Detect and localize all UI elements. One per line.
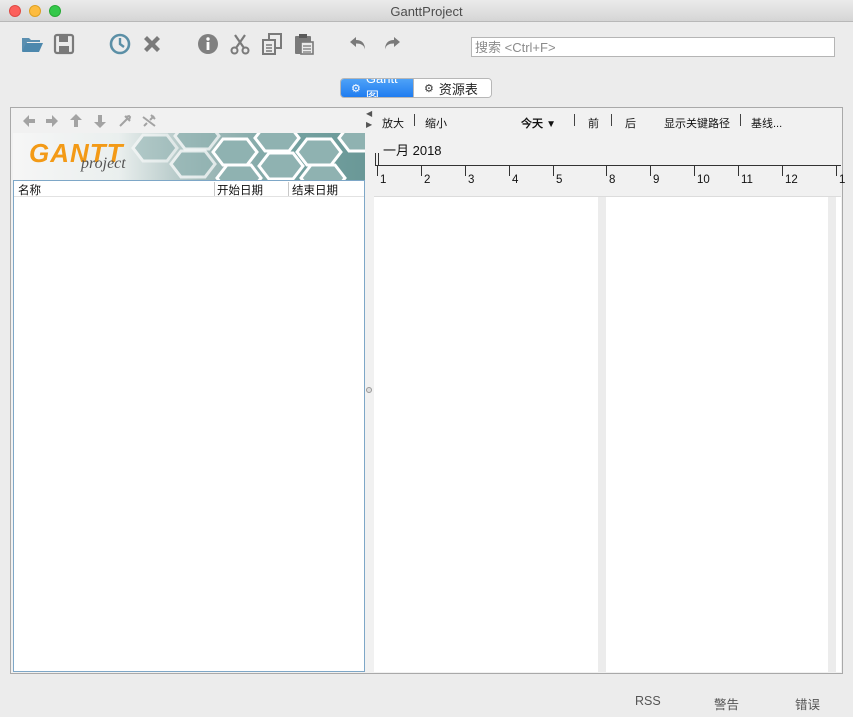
timeline-day-label: 4: [512, 174, 519, 186]
logo-project-text: project: [81, 155, 126, 172]
toolbar-separator: [611, 114, 612, 126]
zoom-out-button[interactable]: 缩小: [425, 115, 447, 131]
timeline-day-tick: [782, 166, 783, 176]
timeline-day-tick: [738, 166, 739, 176]
timeline-baseline: [375, 165, 841, 166]
arrow-down-icon[interactable]: [91, 112, 109, 130]
weekend-column: [598, 197, 606, 672]
task-table[interactable]: [13, 180, 365, 672]
splitter-handle[interactable]: [366, 387, 372, 393]
timeline-tick: [378, 153, 379, 165]
unlink-icon[interactable]: [140, 112, 158, 130]
timeline-day-label: 1: [839, 174, 846, 186]
timeline-month-label: 一月 2018: [383, 143, 442, 158]
timeline-day-tick: [694, 166, 695, 176]
timeline-day-label: 3: [468, 174, 475, 186]
toolbar-separator: [740, 114, 741, 126]
link-icon[interactable]: [116, 112, 134, 130]
timeline-day-tick: [553, 166, 554, 176]
timeline-tick: [375, 153, 376, 165]
chevron-down-icon: ▼: [546, 119, 556, 130]
search-input[interactable]: [471, 37, 835, 57]
tab-gantt-label: Gantt 图: [365, 78, 398, 98]
splitter-expand-right-icon[interactable]: ▶: [366, 120, 372, 129]
today-dropdown[interactable]: 今天 ▼: [521, 115, 556, 131]
timeline-day-label: 9: [653, 174, 660, 186]
baseline-button[interactable]: 基线...: [751, 115, 782, 131]
timeline-day-tick: [650, 166, 651, 176]
view-tabs: ⚙ Gantt 图 ⚙ 资源表: [340, 78, 492, 98]
timeline-day-label: 5: [556, 174, 563, 186]
resources-icon: ⚙: [424, 82, 434, 95]
zoom-in-button[interactable]: 放大: [382, 115, 404, 131]
timeline-day-tick: [377, 166, 378, 176]
title-bar: GanttProject: [0, 0, 853, 22]
timeline-day-tick: [606, 166, 607, 176]
tab-resources[interactable]: ⚙ 资源表: [413, 79, 491, 97]
errors-button[interactable]: 错误: [795, 694, 820, 713]
prev-button[interactable]: 前: [588, 115, 599, 131]
delete-icon[interactable]: [139, 31, 165, 57]
arrow-right-icon[interactable]: [43, 112, 61, 130]
cut-icon[interactable]: [227, 31, 253, 57]
history-icon[interactable]: [107, 31, 133, 57]
column-divider[interactable]: [214, 182, 215, 196]
gantt-chart-area[interactable]: [374, 197, 841, 672]
timeline-day-label: 11: [741, 174, 753, 186]
arrow-up-icon[interactable]: [67, 112, 85, 130]
undo-icon[interactable]: [346, 31, 372, 57]
gantt-icon: ⚙: [351, 82, 361, 95]
table-header-divider: [14, 196, 364, 197]
splitter-collapse-left-icon[interactable]: ◀: [366, 109, 372, 118]
timeline-day-tick: [836, 166, 837, 176]
gantt-project-logo: GANTT project: [13, 133, 365, 180]
timeline-day-label: 10: [697, 174, 710, 186]
timeline-day-tick: [465, 166, 466, 176]
warnings-button[interactable]: 警告: [714, 694, 739, 713]
info-icon[interactable]: [195, 31, 221, 57]
timeline-day-label: 8: [609, 174, 616, 186]
timeline-day-tick: [421, 166, 422, 176]
column-header-end-date[interactable]: 结束日期: [292, 182, 338, 197]
toolbar-separator: [414, 114, 415, 126]
timeline-day-label: 2: [424, 174, 431, 186]
arrow-left-icon[interactable]: [20, 112, 38, 130]
timeline-day-label: 1: [380, 174, 387, 186]
weekend-column: [828, 197, 836, 672]
tab-gantt[interactable]: ⚙ Gantt 图: [341, 79, 413, 97]
toolbar-separator: [574, 114, 575, 126]
next-button[interactable]: 后: [625, 115, 636, 131]
window-title: GanttProject: [390, 4, 463, 19]
rss-button[interactable]: RSS: [635, 694, 661, 708]
timeline-day-label: 12: [785, 174, 798, 186]
column-header-name[interactable]: 名称: [18, 182, 41, 197]
copy-icon[interactable]: [259, 31, 285, 57]
save-icon[interactable]: [51, 31, 77, 57]
tab-resources-label: 资源表: [438, 81, 478, 97]
column-divider[interactable]: [288, 182, 289, 196]
paste-icon[interactable]: [291, 31, 317, 57]
redo-icon[interactable]: [378, 31, 404, 57]
today-label: 今天: [521, 118, 543, 130]
column-header-start-date[interactable]: 开始日期: [217, 182, 263, 197]
open-folder-icon[interactable]: [19, 31, 45, 57]
critical-path-button[interactable]: 显示关键路径: [664, 115, 730, 131]
timeline-day-tick: [509, 166, 510, 176]
